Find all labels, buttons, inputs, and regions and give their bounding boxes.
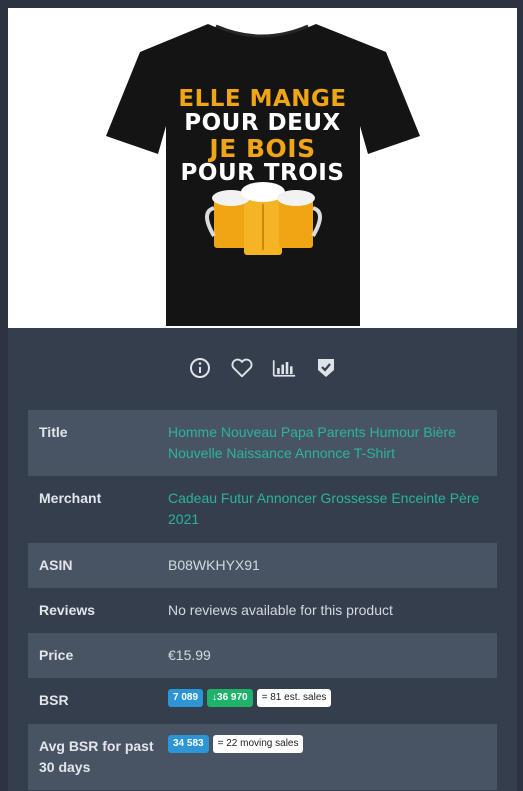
product-card: ELLE MANGE POUR DEUX JE BOIS POUR TROIS … (8, 8, 517, 791)
merchant-link[interactable]: Cadeau Futur Annoncer Grossesse Enceinte… (168, 490, 479, 527)
action-bar (8, 350, 517, 386)
product-details-table: Title Homme Nouveau Papa Parents Humour … (28, 410, 497, 790)
bsr-label: BSR (39, 692, 69, 708)
heart-icon[interactable] (230, 356, 254, 380)
row-price: Price €15.99 (28, 633, 497, 678)
reviews-label: Reviews (39, 602, 96, 618)
bsr-sales-badge: = 81 est. sales (256, 689, 332, 707)
title-label: Title (39, 424, 68, 440)
asin-label: ASIN (39, 557, 73, 573)
row-reviews: Reviews No reviews available for this pr… (28, 588, 497, 633)
beer-mugs-graphic (205, 182, 322, 255)
bsr-current-badge: 7 089 (168, 689, 204, 707)
shirt-text-line-4: POUR TROIS (180, 160, 345, 186)
shield-check-icon[interactable] (314, 356, 338, 380)
bsr-low-value: 36 970 (217, 692, 248, 703)
row-bsr: BSR 7 089 ↓36 970 = 81 est. sales (28, 678, 497, 724)
asin-value: B08WKHYX91 (168, 557, 260, 573)
shirt-text-line-3: JE BOIS (209, 134, 316, 163)
row-title: Title Homme Nouveau Papa Parents Humour … (28, 410, 497, 476)
title-link[interactable]: Homme Nouveau Papa Parents Humour Bière … (168, 424, 456, 461)
info-icon[interactable] (188, 356, 212, 380)
row-merchant: Merchant Cadeau Futur Annoncer Grossesse… (28, 476, 497, 543)
avg-bsr-label: Avg BSR for past 30 days (39, 738, 154, 775)
price-value: €15.99 (168, 647, 211, 663)
row-avg-bsr: Avg BSR for past 30 days 34 583 = 22 mov… (28, 724, 497, 790)
avg-bsr-sales-badge: = 22 moving sales (212, 735, 304, 753)
row-asin: ASIN B08WKHYX91 (28, 543, 497, 588)
avg-bsr-badge: 34 583 (168, 735, 209, 753)
shirt-text-line-2: POUR DEUX (184, 110, 341, 136)
product-image[interactable]: ELLE MANGE POUR DEUX JE BOIS POUR TROIS (8, 8, 517, 328)
bsr-low-badge: ↓36 970 (207, 689, 253, 707)
price-label: Price (39, 647, 74, 663)
bar-chart-icon[interactable] (272, 356, 296, 380)
shirt-text-line-1: ELLE MANGE (178, 86, 347, 112)
merchant-label: Merchant (39, 490, 102, 506)
reviews-value: No reviews available for this product (168, 602, 393, 618)
